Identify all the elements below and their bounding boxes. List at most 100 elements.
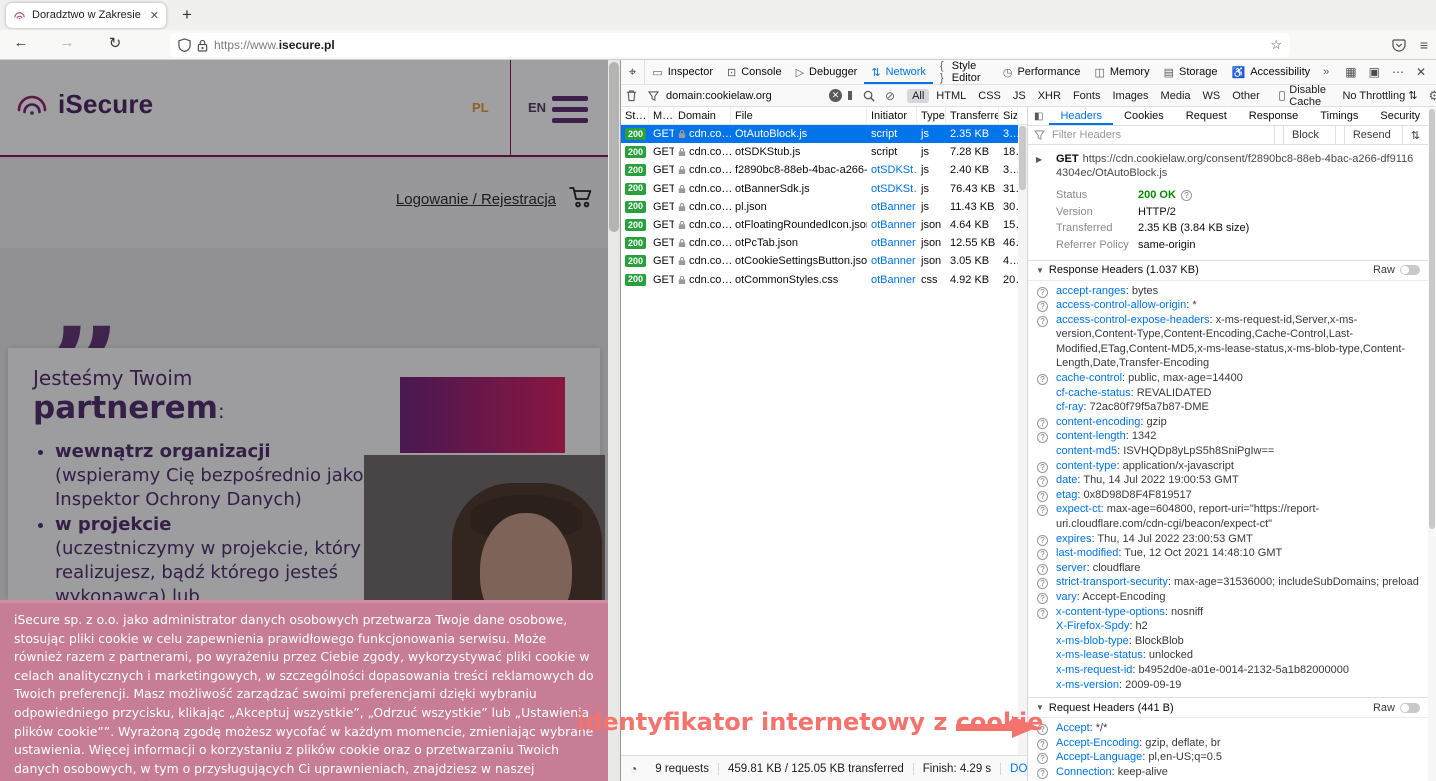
lock-icon[interactable] (197, 39, 208, 52)
more-tabs-icon[interactable]: » (1317, 60, 1335, 84)
column-header[interactable]: Transferred (946, 107, 999, 124)
request-row[interactable]: 200 GET cdn.co… OtAutoBlock.js script js… (621, 125, 1027, 143)
devtools-window-icon[interactable]: ▣ (1369, 65, 1380, 79)
checkbox-icon[interactable] (1279, 91, 1286, 101)
column-header[interactable]: Size (999, 107, 1018, 124)
column-header[interactable]: Initiator (867, 107, 917, 124)
disable-cache-checkbox[interactable]: Disable Cache (1279, 84, 1330, 108)
column-header[interactable]: St… (621, 107, 649, 124)
type-filter-pill[interactable]: HTML (931, 89, 971, 103)
column-header[interactable]: Domain (674, 107, 731, 124)
help-icon[interactable]: ? (1037, 593, 1048, 604)
devtools-tab[interactable]: ▭ Inspector (645, 60, 720, 84)
response-headers-header[interactable]: ▼ Response Headers (1.037 KB) Raw (1028, 260, 1428, 281)
help-icon[interactable]: ? (1037, 535, 1048, 546)
help-icon[interactable]: ? (1037, 578, 1048, 589)
devtools-window-icon[interactable]: ✕ (1416, 65, 1426, 79)
headers-filter-input[interactable] (1050, 128, 1274, 142)
help-icon[interactable]: ? (1037, 462, 1048, 473)
page-scrollbar[interactable] (608, 60, 620, 781)
details-tab[interactable]: Timings (1309, 107, 1369, 125)
tab-close-icon[interactable]: ✕ (150, 9, 159, 22)
request-filter[interactable]: ✕ (648, 89, 842, 103)
devtools-tab[interactable]: ◷ Performance (996, 60, 1088, 84)
help-icon[interactable]: ? (1037, 549, 1048, 560)
type-filter-pill[interactable]: Other (1227, 89, 1265, 103)
throttling-dropdown[interactable]: No Throttling ⇅ (1342, 89, 1417, 102)
help-icon[interactable]: ? (1037, 374, 1048, 385)
devtools-window-icon[interactable]: ▦ (1345, 65, 1356, 79)
new-tab-button[interactable]: + (182, 5, 192, 25)
column-header[interactable]: M… (649, 107, 674, 124)
help-icon[interactable]: ? (1037, 608, 1048, 619)
request-filter-input[interactable] (664, 89, 824, 103)
request-row[interactable]: 200 GET cdn.co… f2890bc8-88eb-4bac-a266-… (621, 161, 1027, 179)
network-settings-gear-icon[interactable]: ⚙ (1429, 88, 1436, 104)
type-filter-pill[interactable]: Media (1156, 89, 1196, 103)
help-icon[interactable]: ? (1037, 768, 1048, 779)
forward-button[interactable]: → (56, 34, 78, 51)
help-icon[interactable]: ? (1037, 491, 1048, 502)
devtools-tab[interactable]: ⊡ Console (720, 60, 789, 84)
block-request-icon[interactable]: ⊘ (885, 89, 895, 103)
type-filter-pill[interactable]: XHR (1033, 89, 1066, 103)
details-tab[interactable]: Headers (1049, 107, 1113, 125)
request-row[interactable]: 200 GET cdn.co… pl.json otBanner… js 11.… (621, 198, 1027, 216)
request-url-line[interactable]: ▶ GEThttps://cdn.cookielaw.org/consent/f… (1028, 145, 1428, 185)
help-icon[interactable]: ? (1037, 739, 1048, 750)
url-bar[interactable]: https://www. isecure.pl ☆ (170, 33, 1290, 57)
devtools-tab[interactable]: ▤ Storage (1157, 60, 1225, 84)
request-list-scrollbar[interactable] (1018, 125, 1027, 755)
devtools-tab[interactable]: ◫ Memory (1087, 60, 1156, 84)
app-menu-icon[interactable]: ≡ (1420, 37, 1428, 53)
raw-toggle[interactable] (1400, 265, 1420, 275)
type-filter-pill[interactable]: WS (1198, 89, 1226, 103)
column-header[interactable]: Type (917, 107, 946, 124)
page-scrollbar-thumb[interactable] (609, 62, 619, 232)
request-row[interactable]: 200 GET cdn.co… otBannerSdk.js otSDKSt… … (621, 180, 1027, 198)
details-scrollbar-thumb[interactable] (1429, 109, 1435, 529)
disclosure-triangle-icon[interactable]: ▶ (1036, 153, 1042, 167)
request-row[interactable]: 200 GET cdn.co… otCookieSettingsButton.j… (621, 252, 1027, 270)
details-tab[interactable]: Request (1175, 107, 1238, 125)
devtools-tab[interactable]: ⇅ Network (864, 60, 933, 84)
help-icon[interactable]: ? (1037, 301, 1048, 312)
help-icon[interactable]: ? (1037, 316, 1048, 327)
request-list-scrollbar-thumb[interactable] (1019, 126, 1026, 190)
details-tab[interactable]: Security (1369, 107, 1431, 125)
help-icon[interactable]: ? (1037, 753, 1048, 764)
request-row[interactable]: 200 GET cdn.co… otFloatingRoundedIcon.js… (621, 216, 1027, 234)
details-tab[interactable]: Response (1238, 107, 1310, 125)
type-filter-pill[interactable]: JS (1008, 89, 1031, 103)
request-row[interactable]: 200 GET cdn.co… otCommonStyles.css otBan… (621, 271, 1027, 289)
back-button[interactable]: ← (10, 34, 32, 51)
help-icon[interactable]: ? (1037, 505, 1048, 516)
bookmark-star-icon[interactable]: ☆ (1270, 37, 1282, 53)
element-picker-icon[interactable]: ⌖ (621, 60, 645, 84)
help-icon[interactable]: ? (1037, 432, 1048, 443)
help-icon[interactable]: ? (1037, 418, 1048, 429)
request-row[interactable]: 200 GET cdn.co… otPcTab.json otBanner… j… (621, 234, 1027, 252)
search-icon[interactable] (863, 90, 875, 102)
help-icon[interactable]: ? (1181, 190, 1192, 201)
clear-requests-icon[interactable] (626, 89, 637, 102)
reload-button[interactable]: ↻ (104, 34, 126, 52)
block-url-button[interactable]: Block (1274, 126, 1335, 144)
devtools-tab[interactable]: ♿ Accessibility (1225, 60, 1318, 84)
help-icon[interactable]: ? (1037, 564, 1048, 575)
resend-button[interactable]: Resend⇅ (1335, 126, 1436, 144)
type-filter-pill[interactable]: CSS (973, 89, 1006, 103)
devtools-window-icon[interactable]: ⋯ (1392, 65, 1404, 79)
column-header[interactable]: File (731, 107, 867, 124)
split-console-icon[interactable]: ◧ (1028, 107, 1049, 125)
raw-toggle[interactable] (1400, 703, 1420, 713)
pause-traffic-icon[interactable] (848, 91, 852, 100)
type-filter-pill[interactable]: All (907, 89, 929, 103)
devtools-tab[interactable]: { } Style Editor (933, 60, 996, 84)
request-headers-header[interactable]: ▼ Request Headers (441 B) Raw (1028, 697, 1428, 718)
devtools-tab[interactable]: ▷ Debugger (789, 60, 865, 84)
clear-filter-icon[interactable]: ✕ (829, 89, 842, 102)
help-icon[interactable]: ? (1037, 476, 1048, 487)
help-icon[interactable]: ? (1037, 287, 1048, 298)
details-tab[interactable]: Cookies (1113, 107, 1175, 125)
